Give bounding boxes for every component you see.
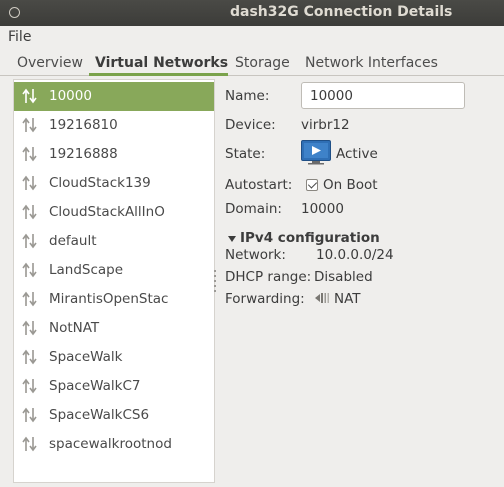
tab-overview[interactable]: Overview — [17, 55, 83, 71]
pane-splitter[interactable] — [214, 270, 217, 296]
network-list-item[interactable]: 19216888 — [14, 140, 214, 169]
network-list-item[interactable]: NotNAT — [14, 314, 214, 343]
network-label: CloudStackAllInO — [49, 204, 165, 220]
network-label: 10000 — [49, 88, 92, 104]
network-details-pane: Name: Device: virbr12 State: Active Auto… — [220, 79, 504, 483]
network-arrows-icon — [22, 349, 37, 365]
network-arrows-icon — [22, 291, 37, 307]
network-label: 19216810 — [49, 117, 118, 133]
close-icon[interactable] — [9, 7, 20, 18]
network-arrows-icon — [22, 146, 37, 162]
network-label: SpaceWalk — [49, 349, 123, 365]
network-label: SpaceWalkCS6 — [49, 407, 150, 423]
domain-value: 10000 — [301, 201, 344, 217]
network-address-value: 10.0.0.0/24 — [316, 247, 394, 263]
expander-arrow-icon[interactable] — [228, 236, 236, 242]
network-list-item[interactable]: CloudStackAllInO — [14, 198, 214, 227]
network-arrows-icon — [22, 175, 37, 191]
name-label: Name: — [225, 88, 270, 104]
network-arrows-icon — [22, 204, 37, 220]
network-arrows-icon — [22, 320, 37, 336]
forwarding-label: Forwarding: — [225, 291, 305, 307]
running-monitor-icon — [301, 140, 331, 165]
dhcp-range-label: DHCP range: — [225, 269, 312, 285]
network-arrows-icon — [22, 436, 37, 452]
network-list-item[interactable]: SpaceWalkCS6 — [14, 401, 214, 430]
network-list-item[interactable]: 19216810 — [14, 111, 214, 140]
connection-details-window: dash32G Connection Details File Overview… — [0, 0, 504, 487]
network-list-item[interactable]: 10000 — [14, 82, 214, 111]
network-list-item[interactable]: MirantisOpenStac — [14, 285, 214, 314]
network-label: 19216888 — [49, 146, 118, 162]
tab-bar: Overview Virtual Networks Storage Networ… — [0, 52, 504, 76]
network-label: NotNAT — [49, 320, 100, 336]
network-label: MirantisOpenStac — [49, 291, 169, 307]
menu-file[interactable]: File — [8, 29, 31, 45]
title-bar: dash32G Connection Details — [0, 0, 504, 26]
name-field[interactable] — [301, 82, 465, 109]
network-arrows-icon — [22, 262, 37, 278]
network-label: SpaceWalkC7 — [49, 378, 141, 394]
network-arrows-icon — [22, 233, 37, 249]
network-address-label: Network: — [225, 247, 286, 263]
network-label: default — [49, 233, 97, 249]
network-list-item[interactable]: default — [14, 227, 214, 256]
network-label: spacewalkrootnod — [49, 436, 172, 452]
forwarding-value: NAT — [334, 291, 361, 307]
state-label: State: — [225, 146, 266, 162]
tab-storage[interactable]: Storage — [235, 55, 290, 71]
active-tab-indicator — [89, 73, 228, 76]
device-label: Device: — [225, 117, 276, 133]
network-list-item[interactable]: SpaceWalk — [14, 343, 214, 372]
autostart-value[interactable]: On Boot — [323, 177, 378, 193]
network-list-item[interactable]: LandScape — [14, 256, 214, 285]
network-arrows-icon — [22, 407, 37, 423]
network-label: CloudStack139 — [49, 175, 151, 191]
ipv4-section-title[interactable]: IPv4 configuration — [240, 230, 380, 246]
tab-network-interfaces[interactable]: Network Interfaces — [305, 55, 438, 71]
dhcp-range-value: Disabled — [314, 269, 373, 285]
autostart-checkbox[interactable] — [306, 179, 318, 191]
autostart-label: Autostart: — [225, 177, 293, 193]
window-title: dash32G Connection Details — [230, 4, 453, 20]
nat-forwarding-icon — [315, 293, 329, 303]
tab-virtual-networks[interactable]: Virtual Networks — [95, 55, 228, 71]
network-list[interactable]: 10000 19216810 19216888 CloudStack139 Cl… — [13, 79, 215, 483]
network-list-item[interactable]: CloudStack139 — [14, 169, 214, 198]
device-value: virbr12 — [301, 117, 350, 133]
network-list-item[interactable]: SpaceWalkC7 — [14, 372, 214, 401]
menu-bar: File — [0, 26, 504, 48]
network-arrows-icon — [22, 117, 37, 133]
network-arrows-icon — [22, 88, 37, 104]
network-arrows-icon — [22, 378, 37, 394]
domain-label: Domain: — [225, 201, 282, 217]
network-label: LandScape — [49, 262, 124, 278]
network-list-item[interactable]: spacewalkrootnod — [14, 430, 214, 459]
state-value: Active — [336, 146, 378, 162]
